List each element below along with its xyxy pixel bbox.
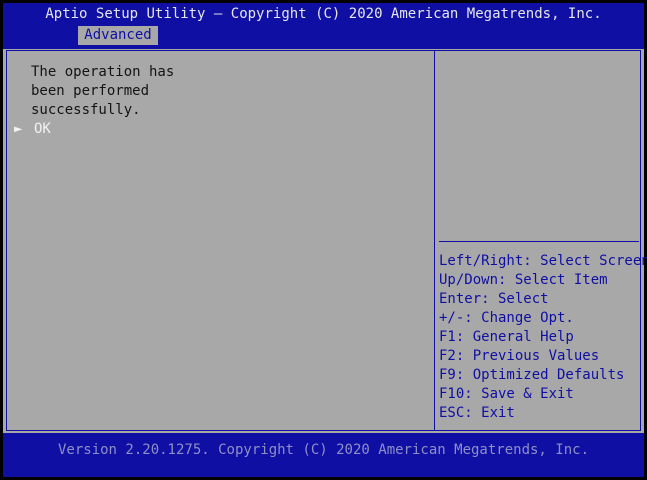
dialog-message: The operation has been performed success… [31, 63, 174, 120]
help-item-esc: ESC: Exit [439, 405, 515, 421]
selection-arrow-icon: ► [14, 121, 23, 137]
header-bar: Aptio Setup Utility – Copyright (C) 2020… [3, 3, 644, 49]
bios-screen: Aptio Setup Utility – Copyright (C) 2020… [0, 0, 647, 480]
help-item-left-right: Left/Right: Select Screen [439, 253, 647, 269]
help-item-up-down: Up/Down: Select Item [439, 272, 608, 288]
message-line: The operation has [31, 64, 175, 80]
help-item-change-opt: +/-: Change Opt. [439, 310, 574, 326]
message-line: successfully. [31, 102, 141, 118]
app-title: Aptio Setup Utility – Copyright (C) 2020… [45, 6, 602, 22]
main-panel: The operation has been performed success… [3, 49, 647, 433]
message-line: been performed [31, 83, 150, 99]
help-item-f9: F9: Optimized Defaults [439, 367, 625, 383]
ok-button-label: OK [34, 121, 51, 137]
key-help-list: Left/Right: Select Screen Up/Down: Selec… [439, 252, 647, 423]
help-separator [439, 241, 639, 242]
help-item-f2: F2: Previous Values [439, 348, 600, 364]
help-item-enter: Enter: Select [439, 291, 549, 307]
tab-advanced[interactable]: Advanced [78, 26, 158, 45]
help-item-f1: F1: General Help [439, 329, 574, 345]
ok-button[interactable]: ► OK [14, 120, 51, 139]
help-item-f10: F10: Save & Exit [439, 386, 574, 402]
panel-divider [434, 51, 435, 430]
footer-bar: Version 2.20.1275. Copyright (C) 2020 Am… [3, 433, 644, 477]
version-text: Version 2.20.1275. Copyright (C) 2020 Am… [57, 442, 589, 458]
main-frame: The operation has been performed success… [6, 50, 647, 431]
